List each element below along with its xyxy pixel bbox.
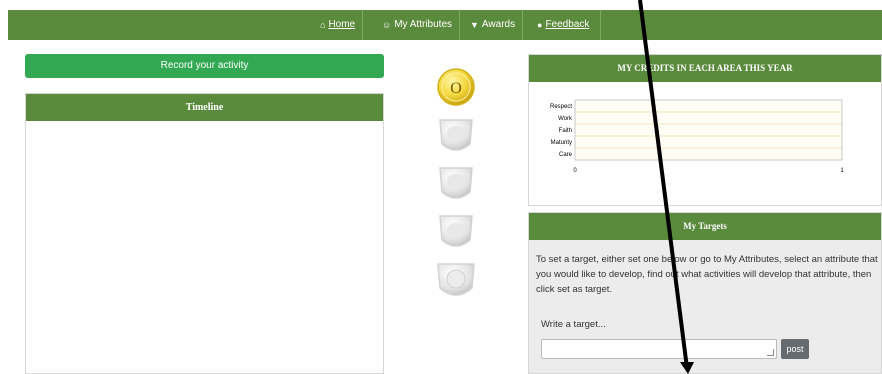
annotation-arrow (638, 0, 694, 374)
